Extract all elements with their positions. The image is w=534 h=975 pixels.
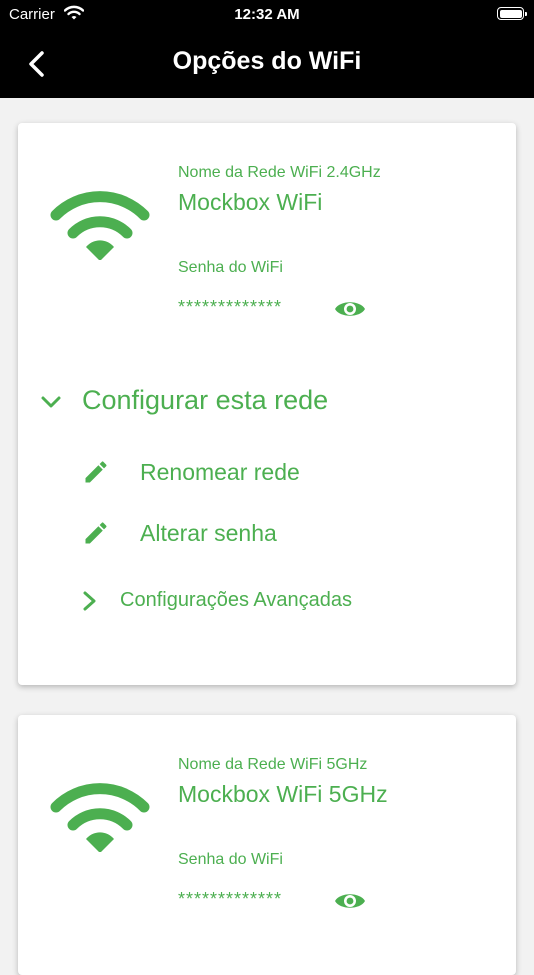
network-card-5ghz: Nome da Rede WiFi 5GHz Mockbox WiFi 5GHz… — [18, 715, 516, 975]
change-password-button[interactable]: Alterar senha — [82, 515, 482, 551]
chevron-down-icon — [41, 396, 61, 408]
rename-network-button[interactable]: Renomear rede — [82, 454, 482, 490]
chevron-right-icon — [83, 591, 96, 611]
password-label: Senha do WiFi — [178, 259, 283, 276]
status-bar: Carrier 12:32 AM — [0, 0, 534, 30]
nav-bar: Opções do WiFi — [0, 30, 534, 98]
password-value: ************* — [178, 889, 283, 909]
page-title: Opções do WiFi — [172, 47, 362, 75]
network-name: Mockbox WiFi 5GHz — [178, 781, 388, 807]
rename-network-label: Renomear rede — [140, 459, 300, 485]
wifi-icon — [50, 191, 150, 260]
change-password-label: Alterar senha — [140, 520, 277, 546]
pencil-icon — [85, 461, 107, 483]
advanced-settings-button[interactable]: Configurações Avançadas — [80, 585, 500, 619]
network-name-label: Nome da Rede WiFi 2.4GHz — [178, 164, 381, 181]
eye-icon[interactable] — [334, 298, 366, 320]
pencil-icon — [85, 522, 107, 544]
network-card-2-4ghz: Nome da Rede WiFi 2.4GHz Mockbox WiFi Se… — [18, 123, 516, 685]
password-value: ************* — [178, 297, 283, 317]
eye-icon[interactable] — [334, 890, 366, 912]
configure-network-label: Configurar esta rede — [82, 385, 329, 415]
wifi-icon — [50, 783, 150, 852]
password-label: Senha do WiFi — [178, 851, 283, 868]
network-name-label: Nome da Rede WiFi 5GHz — [178, 756, 368, 773]
status-time: 12:32 AM — [234, 6, 300, 23]
advanced-settings-label: Configurações Avançadas — [120, 589, 353, 611]
battery-icon — [497, 7, 527, 20]
configure-network-toggle[interactable]: Configurar esta rede — [40, 383, 500, 423]
network-name: Mockbox WiFi — [178, 189, 323, 215]
